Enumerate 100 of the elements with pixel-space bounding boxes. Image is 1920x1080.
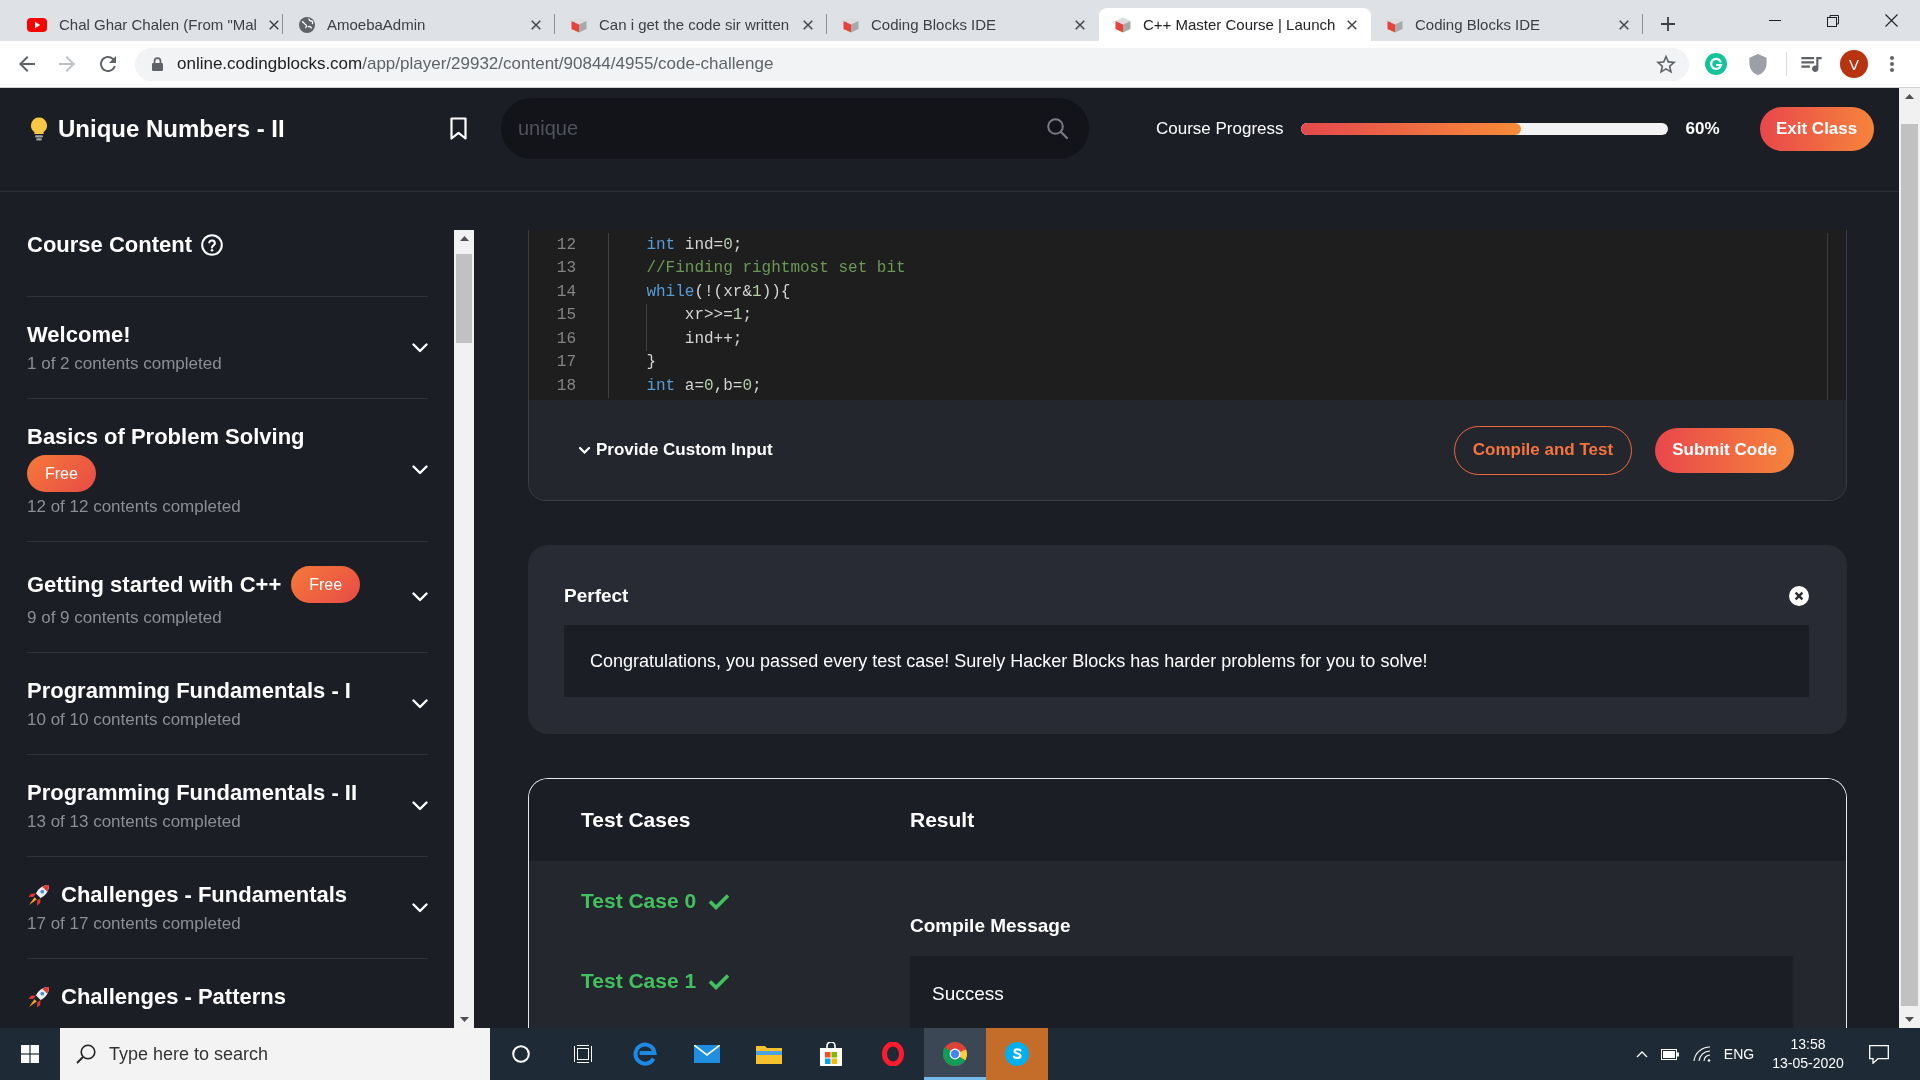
lock-icon [152, 57, 163, 71]
section-title[interactable]: Welcome! [27, 321, 131, 349]
star-icon[interactable] [1656, 54, 1676, 74]
ring-icon [512, 1045, 530, 1063]
line-number: 12 [555, 235, 576, 254]
cube-icon [843, 16, 859, 33]
section-subtitle: 17 of 17 contents completed [27, 913, 241, 934]
close-icon[interactable] [803, 19, 813, 30]
ring-icon [882, 1042, 904, 1066]
battery-icon[interactable] [1661, 1048, 1679, 1060]
panels-icon [573, 1045, 593, 1063]
scrollbar[interactable] [1899, 88, 1920, 1028]
bookmark-icon[interactable] [450, 117, 467, 140]
compile-message-heading: Compile Message [910, 914, 1071, 938]
bulb-icon [30, 116, 48, 141]
chevron-down-icon[interactable] [412, 800, 428, 811]
browser-tab[interactable]: AmoebaAdmin [283, 8, 555, 41]
section-title[interactable]: Programming Fundamentals - II [27, 779, 358, 807]
progress-label: Course Progress [1156, 118, 1284, 139]
clock-date[interactable]: 13-05-2020 [1772, 1054, 1844, 1073]
cube-icon [1387, 16, 1403, 33]
playlist-icon[interactable] [1801, 56, 1823, 72]
chevron-down-icon [579, 446, 590, 454]
arrow-up-icon[interactable] [1905, 94, 1914, 99]
sidebar-title: Course Content [27, 232, 192, 258]
url-text[interactable]: online.codingblocks.com/app/player/29932/content/90844/4955/code-challenge [177, 54, 774, 74]
segmented-circle-icon [943, 1042, 967, 1066]
browser-tab[interactable]: Coding Blocks IDE [1371, 8, 1643, 41]
close-icon[interactable] [531, 19, 541, 30]
chevron-down-icon[interactable] [412, 342, 428, 353]
chevron-down-icon[interactable] [412, 592, 428, 602]
line-number: 13 [555, 259, 576, 278]
rocket-icon [27, 883, 51, 907]
browser-tab[interactable]: Can i get the code sir written [555, 8, 827, 41]
code-line[interactable]: //Finding rightmost set bit [646, 259, 906, 278]
custom-input-toggle[interactable]: Provide Custom Input [579, 440, 773, 460]
code-line[interactable]: int ind=0; [646, 235, 743, 254]
close-icon[interactable] [1619, 19, 1629, 30]
language-indicator[interactable]: ENG [1723, 1046, 1755, 1062]
profile-avatar[interactable]: V [1840, 50, 1868, 78]
verdict-title: Perfect [564, 585, 629, 607]
restore-icon[interactable] [1827, 14, 1839, 27]
section-subtitle: 10 of 10 contents completed [27, 709, 241, 730]
address-bar[interactable]: online.codingblocks.com/app/player/29932/content/90844/4955/code-challenge [135, 47, 1689, 81]
close-icon[interactable] [1347, 19, 1358, 30]
message-icon[interactable] [1869, 1044, 1889, 1064]
close-icon[interactable] [1075, 19, 1085, 30]
compile-output: Success [932, 983, 1004, 1004]
close-icon[interactable] [1884, 14, 1898, 27]
plus-icon[interactable] [1661, 17, 1675, 31]
section-title[interactable]: Challenges - Fundamentals [61, 881, 348, 909]
verdict-message: Congratulations, you passed every test case! Surely Hacker Blocks has harder problems for you to solve! [590, 650, 1428, 672]
browser-tab[interactable]: C++ Master Course | Launch [1099, 8, 1371, 41]
globe-icon [299, 16, 315, 33]
envelope-icon [694, 1045, 720, 1063]
line-number: 17 [555, 353, 576, 372]
section-title[interactable]: Getting started with C++ [27, 570, 282, 599]
section-title[interactable]: Basics of Problem Solving [27, 423, 305, 451]
clock-time[interactable]: 13:58 [1790, 1035, 1826, 1054]
code-line[interactable]: int a=0,b=0; [646, 376, 762, 395]
search-icon [76, 1044, 96, 1064]
shield-icon[interactable] [1749, 53, 1767, 75]
search-field[interactable]: Type here to search [60, 1028, 490, 1080]
code-line[interactable]: ind++; [684, 329, 743, 348]
progress-percent: 60% [1685, 118, 1720, 139]
close-icon[interactable] [268, 19, 279, 30]
grid-icon[interactable] [21, 1045, 39, 1063]
taskbar-button[interactable] [924, 1028, 986, 1080]
line-number: 16 [555, 329, 576, 348]
chevron-down-icon[interactable] [412, 698, 428, 709]
arrow-up-icon[interactable] [459, 236, 469, 241]
arrow-down-icon[interactable] [1905, 1017, 1914, 1022]
section-title[interactable]: Challenges - Patterns [61, 983, 286, 1011]
lesson-title: Unique Numbers - II [58, 114, 286, 143]
chevron-down-icon[interactable] [412, 902, 428, 913]
menu-icon[interactable] [1890, 56, 1894, 72]
section-title[interactable]: Programming Fundamentals - I [27, 677, 351, 705]
scrollbar-thumb[interactable] [1901, 124, 1918, 1006]
close-icon[interactable] [1789, 586, 1809, 606]
code-line[interactable]: while(!(xr&1)){ [646, 282, 791, 301]
test-case-name[interactable]: Test Case 1 [581, 969, 697, 993]
wave-circle-icon [1005, 1042, 1029, 1066]
code-line[interactable]: xr>>=1; [684, 306, 752, 325]
code-line[interactable]: } [646, 353, 656, 372]
caret-up-icon[interactable] [1636, 1050, 1648, 1058]
cube-icon [571, 16, 587, 33]
arrow-down-icon[interactable] [459, 1017, 469, 1022]
browser-tab[interactable]: Chal Ghar Chalen (From "Mal [11, 8, 283, 41]
chevron-down-icon[interactable] [412, 465, 428, 475]
search-icon[interactable] [1047, 118, 1068, 139]
rocket-icon [27, 985, 51, 1009]
scrollbar-thumb[interactable] [456, 254, 472, 343]
wifi-icon[interactable] [1693, 1046, 1711, 1062]
help-icon[interactable] [201, 234, 223, 256]
line-number: 18 [555, 376, 576, 395]
test-case-name[interactable]: Test Case 0 [581, 889, 697, 913]
section-subtitle: 13 of 13 contents completed [27, 811, 241, 832]
cube-icon [1115, 16, 1131, 33]
scrollbar[interactable] [454, 230, 474, 1028]
browser-tab[interactable]: Coding Blocks IDE [827, 8, 1099, 41]
